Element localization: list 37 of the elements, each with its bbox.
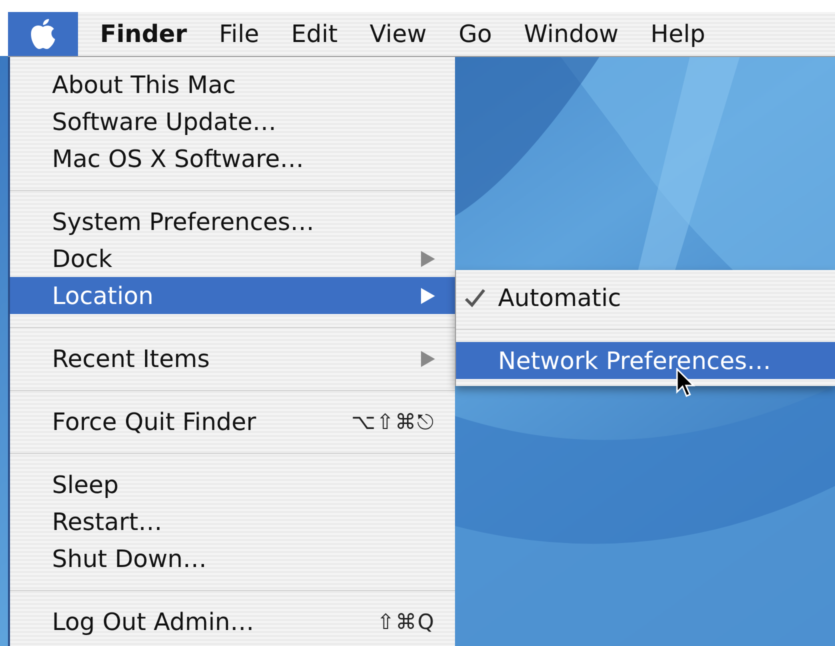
menu-item-label: Dock bbox=[52, 244, 114, 272]
menu-bar-item[interactable]: Finder bbox=[78, 12, 203, 56]
menu-item-label: Mac OS X Software… bbox=[52, 144, 305, 172]
menu-item-label: Recent Items bbox=[52, 344, 211, 372]
menu-item[interactable]: Log Out Admin… ⇧⌘Q bbox=[10, 603, 455, 640]
menu-bar-item[interactable]: Edit bbox=[275, 12, 354, 56]
menu-item-label: About This Mac bbox=[52, 70, 237, 98]
menu-item-label: Automatic bbox=[498, 284, 622, 312]
menu-item[interactable]: Software Update… bbox=[10, 103, 455, 140]
menu-item[interactable]: About This Mac bbox=[10, 66, 455, 103]
menu-item-label: Shut Down… bbox=[52, 544, 208, 572]
menu-item-label: Network Preferences… bbox=[498, 346, 772, 374]
menu-item-label: Sleep bbox=[52, 470, 120, 498]
menu-bar-item[interactable]: Window bbox=[508, 12, 635, 56]
menu-item[interactable]: Recent Items bbox=[10, 340, 455, 377]
menu-item-label: Force Quit Finder bbox=[52, 408, 258, 436]
menu-item[interactable]: Restart… bbox=[10, 503, 455, 540]
menu-item[interactable]: Automatic bbox=[456, 279, 835, 316]
menu-item[interactable]: Force Quit Finder ⌥⇧⌘⎋ bbox=[10, 403, 455, 440]
menu-item-label: Restart… bbox=[52, 508, 164, 536]
menu-item-label: Location bbox=[52, 282, 155, 310]
keyboard-shortcut: ⌥⇧⌘⎋ bbox=[351, 410, 435, 434]
menu-item-label: Log Out Admin… bbox=[52, 608, 256, 636]
menu-item[interactable]: Shut Down… bbox=[10, 540, 455, 577]
menu-bar-item[interactable]: View bbox=[354, 12, 443, 56]
menu-bar-item[interactable]: Go bbox=[442, 12, 508, 56]
menu-item-label: System Preferences… bbox=[52, 208, 316, 236]
menu-bar-item[interactable]: Help bbox=[634, 12, 722, 56]
menu-item[interactable]: Location bbox=[10, 277, 455, 314]
menu-item[interactable]: Network Preferences… bbox=[456, 342, 835, 379]
menu-item[interactable]: Mac OS X Software… bbox=[10, 140, 455, 177]
menu-item[interactable]: System Preferences… bbox=[10, 203, 455, 240]
keyboard-shortcut: ⇧⌘Q bbox=[376, 610, 435, 634]
menu-item[interactable]: Dock bbox=[10, 240, 455, 277]
menu-bar-item[interactable]: File bbox=[203, 12, 276, 56]
menu-item-label: Software Update… bbox=[52, 108, 278, 136]
menu-item[interactable]: Sleep bbox=[10, 466, 455, 503]
